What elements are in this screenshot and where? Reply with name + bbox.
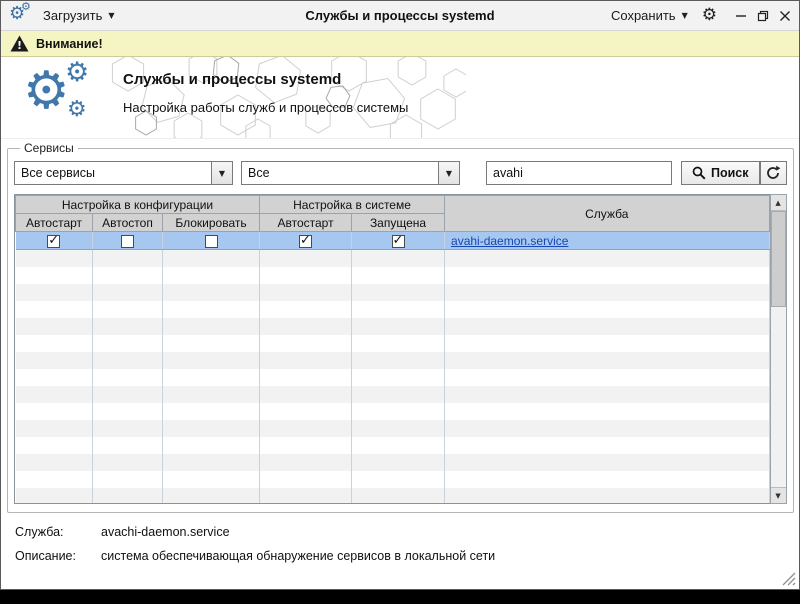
- description-detail-value: система обеспечивающая обнаружение серви…: [101, 549, 496, 563]
- column-header-autostart-config[interactable]: Автостарт: [15, 213, 93, 232]
- service-filter-value: Все сервисы: [21, 166, 96, 180]
- empty-row: [15, 266, 770, 284]
- service-detail-label: Служба:: [15, 525, 64, 539]
- search-icon: [692, 166, 706, 180]
- search-button-label: Поиск: [711, 166, 749, 180]
- empty-row: [15, 300, 770, 318]
- empty-row: [15, 487, 770, 503]
- header-title: Службы и процессы systemd: [123, 71, 342, 88]
- app-header: ⚙ ⚙ ⚙ Службы и процессы systemd Настройк…: [1, 57, 799, 139]
- warning-icon: !: [10, 35, 29, 52]
- state-filter-select[interactable]: Все ▼: [241, 161, 460, 185]
- close-button[interactable]: [779, 10, 791, 22]
- service-link[interactable]: avahi-daemon.service: [451, 234, 568, 248]
- services-panel: Сервисы Все сервисы ▼ Все ▼ Поиск: [7, 141, 794, 513]
- state-filter-value: Все: [248, 166, 270, 180]
- window-controls: [735, 10, 791, 22]
- refresh-icon: [767, 165, 781, 179]
- details-panel: Служба: avachi-daemon.service Описание: …: [1, 513, 799, 563]
- app-logo-gears: ⚙ ⚙ ⚙: [23, 57, 90, 122]
- column-header-running[interactable]: Запущена: [351, 213, 446, 232]
- caret-down-icon: ▼: [681, 11, 688, 20]
- service-detail-value: avachi-daemon.service: [101, 525, 230, 539]
- services-table-wrap: Настройка в конфигурации Настройка в сис…: [14, 194, 787, 504]
- group-header-system: Настройка в системе: [259, 195, 446, 214]
- services-legend: Сервисы: [24, 141, 74, 155]
- scrollbar-track[interactable]: [770, 211, 786, 487]
- chevron-down-icon[interactable]: ▼: [211, 162, 232, 184]
- maximize-button[interactable]: [757, 10, 769, 22]
- search-button[interactable]: Поиск: [681, 161, 760, 185]
- app-gears-icon: ⚙ ⚙: [9, 0, 31, 24]
- service-filter-select[interactable]: Все сервисы ▼: [14, 161, 233, 185]
- save-button-label: Сохранить: [610, 8, 676, 23]
- service-checkbox[interactable]: [47, 233, 61, 248]
- svg-text:!: !: [17, 39, 22, 52]
- settings-gear-icon[interactable]: ⚙: [702, 7, 717, 24]
- chevron-down-icon[interactable]: ▼: [438, 162, 459, 184]
- titlebar: ⚙ ⚙ Загрузить ▼ Службы и процессы systemd…: [1, 1, 799, 31]
- empty-row: [15, 249, 770, 267]
- service-row[interactable]: avahi-daemon.service: [15, 231, 770, 250]
- resize-grip[interactable]: [782, 572, 796, 586]
- warning-label: Внимание!: [36, 36, 103, 51]
- caret-down-icon: ▼: [108, 11, 115, 20]
- empty-row: [15, 453, 770, 471]
- empty-row: [15, 351, 770, 369]
- save-button[interactable]: Сохранить ▼: [611, 8, 688, 23]
- minimize-button[interactable]: [735, 10, 747, 22]
- empty-row: [15, 402, 770, 420]
- empty-row: [15, 317, 770, 335]
- service-checkbox[interactable]: [299, 233, 313, 248]
- service-checkbox[interactable]: [204, 234, 218, 248]
- scroll-down-button[interactable]: ▼: [770, 487, 786, 503]
- service-checkbox[interactable]: [391, 233, 405, 248]
- refresh-button[interactable]: [759, 161, 787, 185]
- description-detail-label: Описание:: [15, 549, 76, 563]
- empty-row: [15, 385, 770, 403]
- empty-row: [15, 419, 770, 437]
- scrollbar-thumb[interactable]: [770, 211, 786, 307]
- empty-row: [15, 334, 770, 352]
- load-button[interactable]: Загрузить ▼: [43, 8, 115, 23]
- filter-toolbar: Все сервисы ▼ Все ▼ Поиск: [14, 161, 787, 185]
- app-window: ⚙ ⚙ Загрузить ▼ Службы и процессы systemd…: [0, 0, 800, 590]
- header-subtitle: Настройка работы служб и процессов систе…: [123, 100, 409, 115]
- column-header-autostart-system[interactable]: Автостарт: [259, 213, 353, 232]
- search-input[interactable]: [486, 161, 672, 185]
- column-header-autostop[interactable]: Автостоп: [92, 213, 163, 232]
- load-button-label: Загрузить: [43, 8, 103, 23]
- column-header-block[interactable]: Блокировать: [161, 213, 261, 232]
- empty-row: [15, 283, 770, 301]
- empty-row: [15, 436, 770, 454]
- empty-row: [15, 470, 770, 488]
- vertical-scrollbar[interactable]: ▲ ▼: [769, 194, 787, 504]
- column-header-service[interactable]: Служба: [444, 195, 770, 232]
- services-table: Настройка в конфигурации Настройка в сис…: [14, 195, 770, 503]
- scroll-up-button[interactable]: ▲: [770, 195, 786, 211]
- service-checkbox[interactable]: [121, 234, 134, 248]
- empty-row: [15, 368, 770, 386]
- warning-bar: ! Внимание!: [1, 31, 799, 57]
- group-header-config: Настройка в конфигурации: [14, 195, 261, 214]
- services-table-body: avahi-daemon.service: [15, 231, 770, 503]
